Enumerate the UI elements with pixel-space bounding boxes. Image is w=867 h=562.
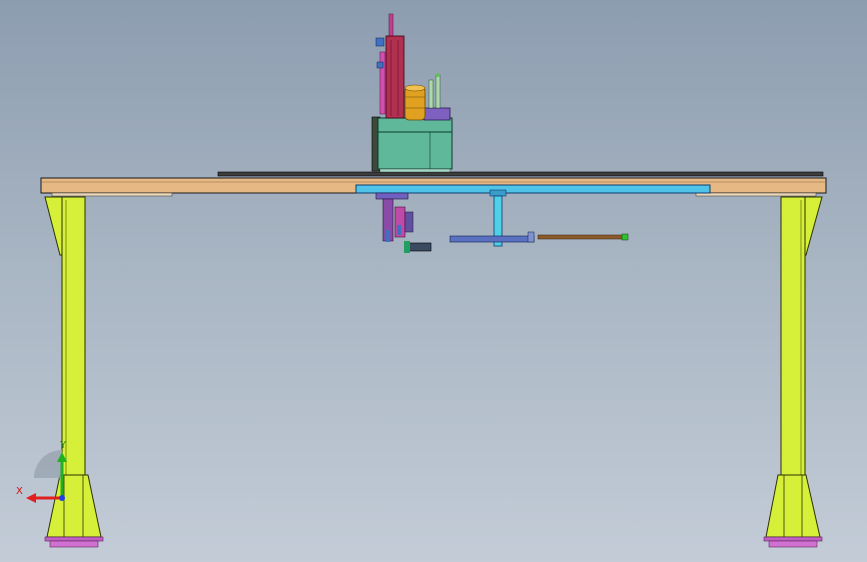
linear-rail[interactable]: [355, 184, 711, 197]
right-leg[interactable]: [763, 196, 823, 548]
left-leg[interactable]: [44, 196, 104, 548]
gantry-assembly-view[interactable]: [0, 0, 867, 562]
vertical-z-column[interactable]: [375, 13, 405, 119]
triad-x-axis-label: X: [16, 486, 23, 497]
triad-y-axis-label: Y: [60, 440, 67, 451]
coordinate-triad: [26, 450, 67, 503]
cad-viewport[interactable]: X Y: [0, 0, 867, 562]
drop-arm[interactable]: [449, 195, 629, 247]
hanging-tool-head[interactable]: [375, 192, 432, 253]
